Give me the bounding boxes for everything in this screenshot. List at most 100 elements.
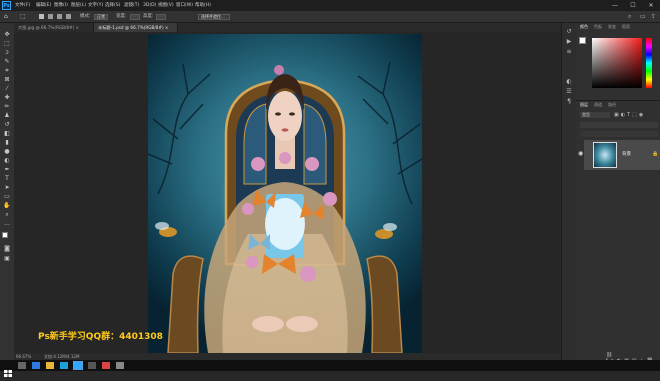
gradient-tool-icon[interactable]: ▮: [3, 139, 11, 146]
paragraph-icon[interactable]: ¶: [566, 99, 572, 105]
edge-browser-icon[interactable]: [32, 362, 40, 369]
lasso-tool-icon[interactable]: ↄ: [3, 49, 11, 56]
adjustments-icon[interactable]: ◐: [566, 79, 572, 85]
menu-layer[interactable]: 图层(L): [71, 0, 86, 11]
marquee-preset-icon[interactable]: ⬚: [20, 13, 28, 20]
tab-document-2[interactable]: 未标题-1.psd @ 66.7%(RGB/8#) ×: [94, 23, 178, 32]
new-selection-icon[interactable]: [39, 14, 44, 19]
menu-type[interactable]: 文字(Y): [88, 0, 103, 11]
lock-fill-row[interactable]: [580, 131, 658, 137]
eyedropper-tool-icon[interactable]: ⁄: [3, 85, 11, 92]
path-select-icon[interactable]: ➤: [3, 184, 11, 191]
menu-file[interactable]: 文件(F): [15, 0, 30, 11]
menu-bar: Ps 文件(F) 编辑(E) 图像(I) 图层(L) 文字(Y) 选择(S) 滤…: [0, 0, 660, 11]
more-tools-icon[interactable]: …: [3, 220, 11, 227]
menu-help[interactable]: 帮助(H): [195, 0, 211, 11]
artwork-image[interactable]: [148, 34, 422, 353]
move-tool-icon[interactable]: ✥: [3, 31, 11, 38]
quick-select-tool-icon[interactable]: ✎: [3, 58, 11, 65]
menu-window[interactable]: 窗口(W): [176, 0, 193, 11]
minimize-button[interactable]: —: [606, 0, 624, 11]
app-icon-3[interactable]: [102, 362, 110, 369]
layer-filter-select[interactable]: 类型: [580, 112, 610, 118]
photoshop-logo: Ps: [2, 1, 11, 10]
menu-edit[interactable]: 编辑(E): [36, 0, 51, 11]
brush-tool-icon[interactable]: ✏: [3, 103, 11, 110]
type-tool-icon[interactable]: T: [3, 175, 11, 182]
crop-tool-icon[interactable]: ⌗: [3, 67, 11, 74]
pen-tool-icon[interactable]: ✒: [3, 166, 11, 173]
tab-channels[interactable]: 通道: [594, 101, 602, 109]
layer-row-background[interactable]: 背景 🔒: [584, 140, 660, 170]
zoom-tool-icon[interactable]: ⌕: [3, 211, 11, 218]
subtract-selection-icon[interactable]: [57, 14, 62, 19]
menu-select[interactable]: 选择(S): [105, 0, 120, 11]
quick-mask-icon[interactable]: ◙: [3, 245, 11, 252]
blur-tool-icon[interactable]: ●: [3, 148, 11, 155]
app-icon-2[interactable]: [88, 362, 96, 369]
clone-stamp-icon[interactable]: ♟: [3, 112, 11, 119]
healing-brush-icon[interactable]: ✚: [3, 94, 11, 101]
right-panels: 颜色 色板 渐变 图案 图层 通道 路径 类型 ▣◐T⬚◉ ◉ 背景 🔒 ⛓fx…: [576, 23, 660, 364]
panel-divider: [576, 100, 660, 101]
menu-image[interactable]: 图像(I): [54, 0, 68, 11]
collapsed-panel-icons: ↺ ▶ ≡ ◐ ☰ ¶: [561, 23, 577, 360]
app-icon[interactable]: [60, 362, 68, 369]
libraries-icon[interactable]: ☰: [566, 89, 572, 95]
foreground-color-swatch[interactable]: [2, 232, 8, 238]
menu-3d[interactable]: 3D(D): [143, 0, 156, 11]
windows-start-icon[interactable]: [4, 362, 12, 377]
blend-opacity-row[interactable]: [580, 122, 658, 128]
document-tabs: 大图.jpg @ 66.7%(RGB/8#) × 未标题-1.psd @ 66.…: [14, 23, 560, 32]
artwork-illustration: [148, 61, 422, 353]
history-brush-icon[interactable]: ↺: [3, 121, 11, 128]
frame-tool-icon[interactable]: ⊠: [3, 76, 11, 83]
play-actions-icon[interactable]: ▶: [566, 39, 572, 45]
tab-paths[interactable]: 路径: [608, 101, 616, 109]
photoshop-taskbar-icon[interactable]: [73, 361, 83, 370]
shape-tool-icon[interactable]: ▭: [3, 193, 11, 200]
tab-gradients[interactable]: 渐变: [608, 23, 616, 31]
layer-filter-icons[interactable]: ▣◐T⬚◉: [614, 112, 658, 118]
file-explorer-icon[interactable]: [46, 362, 54, 369]
select-and-mask-button[interactable]: 选择并遮住...: [198, 14, 230, 20]
tab-swatches[interactable]: 色板: [594, 23, 602, 31]
workspace-icon[interactable]: ▭: [640, 13, 647, 20]
home-icon[interactable]: ⌂: [4, 13, 12, 20]
screen-mode-icon[interactable]: ▣: [3, 255, 11, 262]
app-icon-4[interactable]: [116, 362, 124, 369]
hand-tool-icon[interactable]: ✋: [3, 202, 11, 209]
search-icon[interactable]: ⌕: [628, 13, 635, 20]
height-label: 高度:: [143, 14, 154, 19]
intersect-selection-icon[interactable]: [66, 14, 71, 19]
properties-panel-icon[interactable]: ≡: [566, 49, 572, 55]
width-input[interactable]: [130, 14, 140, 20]
color-picker-field[interactable]: [592, 38, 642, 88]
marquee-tool-icon[interactable]: ⬚: [3, 40, 11, 47]
tab-document-1[interactable]: 大图.jpg @ 66.7%(RGB/8#) ×: [14, 23, 94, 32]
tab-patterns[interactable]: 图案: [622, 23, 630, 31]
hue-slider[interactable]: [646, 38, 652, 88]
layer-actions-icons[interactable]: ⛓fx◐▣▤+🗑: [606, 352, 658, 364]
height-input[interactable]: [156, 14, 166, 20]
add-selection-icon[interactable]: [48, 14, 53, 19]
panel-foreground-swatch[interactable]: [579, 37, 586, 44]
tab-layers[interactable]: 图层: [580, 101, 588, 109]
dodge-tool-icon[interactable]: ◐: [3, 157, 11, 164]
share-icon[interactable]: ⇪: [651, 13, 658, 20]
menu-view[interactable]: 视图(V): [158, 0, 174, 11]
close-button[interactable]: ✕: [642, 0, 660, 11]
tab-color[interactable]: 颜色: [580, 23, 588, 31]
layer-lock-icon: 🔒: [652, 151, 659, 157]
layer-name[interactable]: 背景: [622, 151, 631, 157]
style-select[interactable]: 正常: [94, 14, 108, 20]
history-panel-icon[interactable]: ↺: [566, 29, 572, 35]
search-taskbar-icon[interactable]: [18, 362, 26, 369]
options-bar: ⌂ ⬚ 模式: 正常 宽度: 高度: 选择并遮住... ⌕ ▭ ⇪: [0, 11, 660, 23]
style-label: 模式:: [80, 14, 91, 19]
maximize-button[interactable]: ☐: [624, 0, 642, 11]
status-bar: 66.67% 文档:4.12M/4.12M: [14, 353, 560, 360]
eraser-tool-icon[interactable]: ◧: [3, 130, 11, 137]
menu-filter[interactable]: 滤镜(T): [124, 0, 139, 11]
zoom-level[interactable]: 66.67%: [16, 353, 31, 360]
